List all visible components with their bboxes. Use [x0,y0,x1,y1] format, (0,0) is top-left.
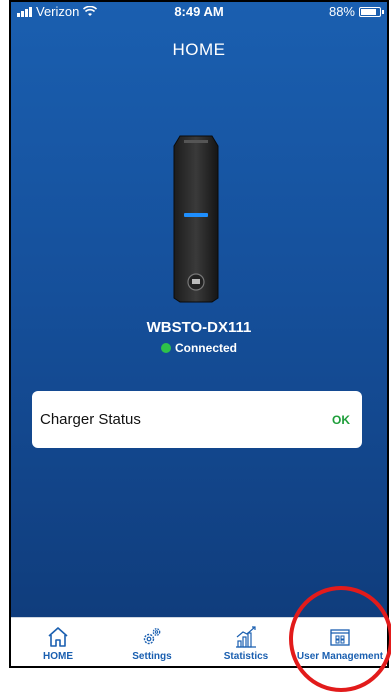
battery-icon [359,6,384,17]
tab-user-management[interactable]: User Management [293,618,387,666]
tab-home-label: HOME [43,651,73,662]
user-cards-icon [330,629,350,646]
bottom-tab-bar: HOME Settings Statistics User Management [11,617,387,666]
charger-status-label: Charger Status [40,411,141,428]
status-bar: Verizon 8:49 AM 88% [11,2,387,22]
connection-dot-icon [160,343,171,353]
phone-screen: Verizon 8:49 AM 88% HOME WBSTO-DX111 Con… [9,0,389,668]
tab-settings[interactable]: Settings [105,618,199,666]
tab-user-management-label: User Management [296,651,384,662]
gears-icon [143,628,161,645]
charger-status-value: OK [332,412,350,427]
charger-device-image [173,135,219,303]
battery-fill [361,8,376,15]
tab-statistics-label: Statistics [223,651,269,662]
tab-statistics[interactable]: Statistics [199,618,293,666]
home-icon [48,627,68,647]
bar-chart-icon [236,626,256,648]
status-right: 88% [328,4,384,19]
page-title: HOME [172,40,226,59]
tab-settings-label: Settings [132,651,172,662]
tab-home[interactable]: HOME [11,618,105,666]
charger-status-card[interactable]: Charger Status OK [32,391,362,448]
connection-label: Connected [174,341,237,355]
device-name: WBSTO-DX111 [146,319,252,336]
connection-status: Connected [11,341,387,355]
battery-percent: 88% [328,4,355,19]
